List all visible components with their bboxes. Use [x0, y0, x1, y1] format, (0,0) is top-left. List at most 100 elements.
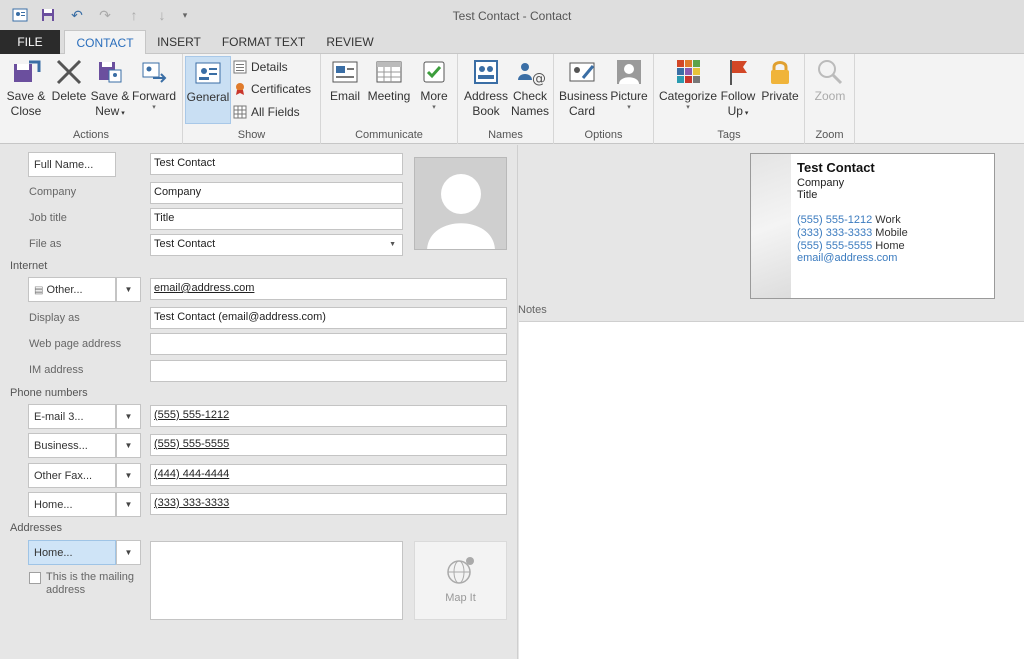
save-new-button[interactable]: Save & New ▾ — [89, 58, 131, 121]
address-type-dropdown[interactable]: ▼ — [116, 540, 141, 565]
follow-up-flag-icon — [730, 60, 747, 85]
display-as-field[interactable]: Test Contact (email@address.com) — [150, 307, 507, 329]
email-value: email@address.com — [154, 282, 255, 294]
forward-button[interactable]: Forward ▾ — [131, 58, 177, 112]
mailing-address-label: This is the mailing address — [46, 571, 135, 596]
certificates-button[interactable]: Certificates — [233, 82, 311, 96]
meeting-button[interactable]: Meeting — [366, 58, 412, 104]
save-close-icon — [14, 60, 41, 82]
picture-button[interactable]: Picture ▾ — [608, 58, 650, 112]
phone-type-dropdown-4[interactable]: ▼ — [116, 492, 141, 517]
tab-contact[interactable]: CONTACT — [64, 30, 146, 55]
delete-button[interactable]: Delete — [48, 58, 90, 104]
map-it-label: Map It — [445, 592, 476, 604]
address-type-button[interactable]: Home... — [28, 540, 116, 565]
categorize-button[interactable]: Categorize ▾ — [658, 58, 718, 112]
phone-section-label: Phone numbers — [10, 387, 88, 399]
contact-photo[interactable] — [414, 157, 507, 250]
tab-file[interactable]: FILE — [0, 30, 60, 54]
follow-up-button[interactable]: Follow Up ▾ — [718, 58, 758, 121]
phone-type-dropdown-3[interactable]: ▼ — [116, 463, 141, 488]
general-button[interactable]: General — [185, 56, 231, 124]
web-page-label: Web page address — [29, 338, 122, 350]
mailing-address-checkbox[interactable] — [29, 572, 41, 584]
map-it-button[interactable]: Map It — [414, 541, 507, 620]
address-field[interactable] — [150, 541, 403, 620]
group-names: Address Book @ Check Names Names — [458, 54, 554, 144]
group-zoom: Zoom Zoom — [805, 54, 855, 144]
email-card-icon: ▤ — [34, 285, 44, 296]
more-button[interactable]: More ▾ — [416, 58, 452, 112]
all-fields-button[interactable]: All Fields — [233, 105, 300, 119]
details-icon — [233, 60, 247, 74]
phone-type-button-3[interactable]: Other Fax... — [28, 463, 116, 488]
phone-field-1[interactable]: (555) 555-1212 — [150, 405, 507, 427]
general-icon — [195, 62, 221, 84]
phone-type-dropdown-1[interactable]: ▼ — [116, 404, 141, 429]
phone-value-3: (444) 444-4444 — [154, 468, 230, 480]
business-card-stripe — [751, 154, 791, 298]
file-as-value: Test Contact — [154, 238, 216, 250]
business-card-preview[interactable]: Test Contact Company Title (555) 555-121… — [750, 153, 995, 299]
email-type-button[interactable]: ▤ Other... — [28, 277, 116, 302]
group-zoom-label: Zoom — [815, 129, 844, 141]
im-address-label: IM address — [29, 364, 84, 376]
delete-icon — [56, 59, 82, 85]
private-button[interactable]: Private — [760, 58, 800, 104]
title-bar: ↶ ↷ ↑ ↓ ▾ Test Contact - Contact — [0, 0, 1024, 30]
zoom-button[interactable]: Zoom — [810, 58, 850, 104]
address-book-icon — [474, 60, 498, 84]
group-tags-label: Tags — [717, 129, 741, 141]
job-title-field[interactable]: Title — [150, 208, 403, 230]
card-company: Company — [797, 177, 845, 189]
full-name-button[interactable]: Full Name... — [28, 152, 116, 177]
phone-field-2[interactable]: (555) 555-5555 — [150, 434, 507, 456]
notes-area[interactable] — [519, 321, 1024, 659]
phone-value-1: (555) 555-1212 — [154, 409, 230, 421]
phone-field-3[interactable]: (444) 444-4444 — [150, 464, 507, 486]
picture-icon — [617, 60, 641, 84]
group-show: General Details Certificates All Fields … — [183, 54, 321, 144]
person-silhouette-icon — [427, 174, 495, 249]
file-as-label: File as — [29, 238, 62, 250]
card-email: email@address.com — [797, 252, 898, 264]
card-phone-2: (333) 333-3333 Mobile — [797, 227, 908, 239]
job-title-label: Job title — [29, 212, 67, 224]
details-button[interactable]: Details — [233, 60, 288, 74]
phone-type-dropdown-2[interactable]: ▼ — [116, 433, 141, 458]
check-names-button[interactable]: @ Check Names — [510, 58, 550, 119]
chevron-down-icon[interactable]: ▼ — [389, 241, 396, 248]
phone-type-button-2[interactable]: Business... — [28, 433, 116, 458]
company-label: Company — [29, 186, 77, 198]
email-button[interactable]: Email — [327, 58, 363, 104]
phone-value-4: (333) 333-3333 — [154, 497, 230, 509]
web-page-field[interactable] — [150, 333, 507, 355]
lock-icon — [771, 61, 789, 84]
tab-review[interactable]: REVIEW — [320, 30, 380, 54]
file-as-combo[interactable]: Test Contact ▼ — [150, 234, 403, 256]
internet-section-label: Internet — [10, 260, 48, 272]
save-close-button[interactable]: Save & Close — [5, 58, 47, 119]
business-card-button[interactable]: Business Card — [559, 58, 608, 119]
group-options-label: Options — [584, 129, 623, 141]
card-title: Title — [797, 189, 818, 201]
full-name-field[interactable]: Test Contact — [150, 153, 403, 175]
tab-format-text[interactable]: FORMAT TEXT — [215, 30, 312, 54]
email-field[interactable]: email@address.com — [150, 278, 507, 300]
notes-label: Notes — [518, 304, 547, 316]
phone-value-2: (555) 555-5555 — [154, 438, 230, 450]
phone-type-button-4[interactable]: Home... — [28, 492, 116, 517]
all-fields-icon — [233, 105, 247, 119]
email-type-dropdown[interactable]: ▼ — [116, 277, 141, 302]
im-address-field[interactable] — [150, 360, 507, 382]
address-book-button[interactable]: Address Book — [464, 58, 508, 119]
card-phone-3: (555) 555-5555 Home — [797, 240, 905, 252]
tab-insert[interactable]: INSERT — [150, 30, 208, 54]
phone-type-button-1[interactable]: E-mail 3... — [28, 404, 116, 429]
forward-icon — [142, 62, 167, 83]
magnifier-icon — [818, 60, 843, 85]
company-field[interactable]: Company — [150, 182, 403, 204]
phone-field-4[interactable]: (333) 333-3333 — [150, 493, 507, 515]
group-actions: Save & Close Delete Save & New ▾ Forward ▾ … — [0, 54, 183, 144]
globe-pin-icon — [446, 557, 474, 584]
